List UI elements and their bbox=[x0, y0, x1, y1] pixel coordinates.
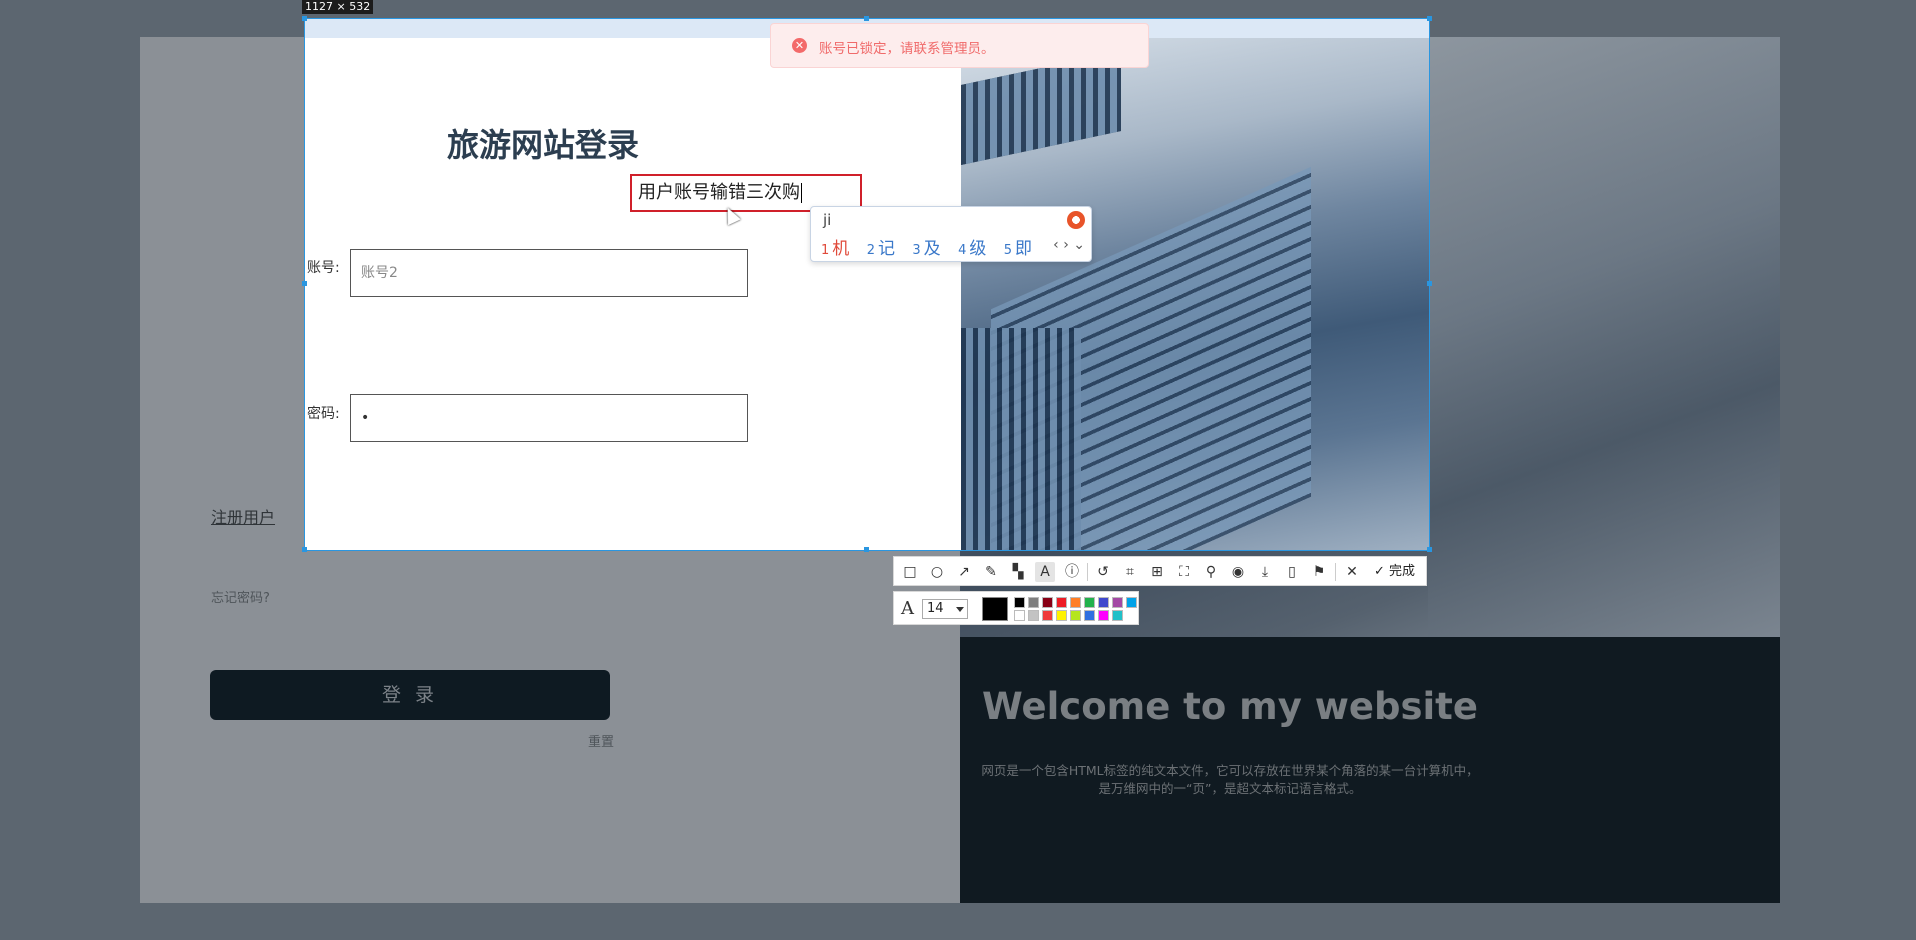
resize-handle[interactable] bbox=[1427, 547, 1432, 552]
cancel-icon[interactable]: ✕ bbox=[1342, 562, 1362, 582]
ime-candidate[interactable]: 1机 bbox=[821, 239, 849, 259]
serial-number-icon[interactable]: ⓘ bbox=[1062, 562, 1082, 582]
check-icon: ✓ bbox=[1374, 564, 1385, 579]
error-toast: ✕ 账号已锁定，请联系管理员。 bbox=[770, 23, 1149, 68]
color-swatch[interactable] bbox=[1028, 597, 1039, 608]
color-swatch[interactable] bbox=[1042, 597, 1053, 608]
long-screenshot-icon[interactable]: ▯ bbox=[1282, 562, 1302, 582]
account-label: 账号: bbox=[307, 260, 340, 276]
welcome-heading: Welcome to my website bbox=[982, 685, 1478, 728]
toolbar-divider bbox=[1087, 563, 1088, 581]
ime-candidate[interactable]: 3及 bbox=[912, 239, 940, 259]
color-swatch[interactable] bbox=[1056, 610, 1067, 621]
color-swatch[interactable] bbox=[1070, 610, 1081, 621]
ellipse-icon[interactable]: ○ bbox=[927, 562, 947, 582]
password-label: 密码: bbox=[307, 406, 340, 422]
reset-button[interactable]: 重置 bbox=[588, 731, 614, 750]
download-icon[interactable]: ⤓ bbox=[1255, 562, 1275, 582]
toolbar-divider bbox=[1335, 563, 1336, 581]
color-swatch[interactable] bbox=[1084, 610, 1095, 621]
resize-handle[interactable] bbox=[1427, 281, 1432, 286]
toast-message: 账号已锁定，请联系管理员。 bbox=[819, 41, 995, 57]
resize-handle[interactable] bbox=[302, 281, 307, 286]
login-title: 旅游网站登录 bbox=[447, 126, 640, 164]
arrow-icon[interactable]: ↗ bbox=[954, 562, 974, 582]
mosaic-icon[interactable]: ▚ bbox=[1008, 562, 1028, 582]
color-swatch[interactable] bbox=[1014, 610, 1025, 621]
color-swatch[interactable] bbox=[1112, 610, 1123, 621]
text-caret bbox=[801, 183, 802, 203]
color-swatch[interactable] bbox=[1056, 597, 1067, 608]
ime-pinyin: ji bbox=[823, 211, 832, 229]
color-swatch[interactable] bbox=[1070, 597, 1081, 608]
welcome-description-line1: 网页是一个包含HTML标签的纯文本文件，它可以存放在世界某个角落的某一台计算机中… bbox=[981, 763, 1479, 778]
color-swatch[interactable] bbox=[1084, 597, 1095, 608]
color-swatch[interactable] bbox=[1126, 597, 1137, 608]
record-icon[interactable]: ◉ bbox=[1228, 562, 1248, 582]
color-swatch[interactable] bbox=[1028, 610, 1039, 621]
ime-candidate[interactable]: 4级 bbox=[958, 239, 986, 259]
forgot-password-link[interactable]: 忘记密码? bbox=[211, 587, 270, 606]
color-swatch[interactable] bbox=[1098, 597, 1109, 608]
resize-handle[interactable] bbox=[1427, 16, 1432, 21]
resize-handle[interactable] bbox=[864, 547, 869, 552]
account-input[interactable]: 账号2 bbox=[350, 249, 748, 297]
undo-icon[interactable]: ↺ bbox=[1093, 562, 1113, 582]
done-button[interactable]: ✓ 完成 bbox=[1374, 562, 1415, 582]
font-icon: A bbox=[901, 598, 914, 619]
pin-icon[interactable]: ⚲ bbox=[1201, 562, 1221, 582]
color-swatch[interactable] bbox=[1042, 610, 1053, 621]
chevron-down-icon bbox=[956, 607, 964, 612]
font-size-select[interactable]: 14 bbox=[922, 599, 968, 619]
annotation-text: 用户账号输错三次购 bbox=[638, 182, 800, 203]
pen-icon[interactable]: ✎ bbox=[981, 562, 1001, 582]
rectangle-icon[interactable]: □ bbox=[900, 562, 920, 582]
ocr-icon[interactable]: ⌗ bbox=[1120, 562, 1140, 582]
welcome-description-line2: 是万维网中的一“页”，是超文本标记语言格式。 bbox=[1098, 781, 1362, 796]
text-options-toolbar: A 14 bbox=[893, 591, 1139, 625]
register-link[interactable]: 注册用户 bbox=[211, 504, 275, 528]
translate-icon[interactable]: ⊞ bbox=[1147, 562, 1167, 582]
building-image bbox=[961, 38, 1429, 550]
login-button[interactable]: 登 录 bbox=[210, 670, 610, 720]
current-color-swatch[interactable] bbox=[982, 597, 1008, 621]
ime-candidate-window[interactable]: ji 1机 2记 3及 4级 5即 ‹ › ⌄ bbox=[810, 206, 1092, 262]
welcome-description: 网页是一个包含HTML标签的纯文本文件，它可以存放在世界某个角落的某一台计算机中… bbox=[820, 762, 1640, 798]
color-swatch[interactable] bbox=[1112, 597, 1123, 608]
ime-candidates: 1机 2记 3及 4级 5即 bbox=[821, 234, 1044, 259]
background-building-image-right bbox=[1428, 37, 1780, 637]
resize-handle[interactable] bbox=[302, 547, 307, 552]
ime-page-nav[interactable]: ‹ › ⌄ bbox=[1053, 237, 1085, 253]
ime-candidate[interactable]: 2记 bbox=[867, 239, 895, 259]
error-icon: ✕ bbox=[792, 38, 807, 53]
color-swatch[interactable] bbox=[1098, 610, 1109, 621]
password-input[interactable]: • bbox=[350, 394, 748, 442]
resize-handle[interactable] bbox=[864, 16, 869, 21]
color-swatch[interactable] bbox=[1014, 597, 1025, 608]
bookmark-icon[interactable]: ⚑ bbox=[1309, 562, 1329, 582]
text-icon[interactable]: A bbox=[1035, 562, 1055, 582]
screenshot-toolbar: □ ○ ↗ ✎ ▚ A ⓘ ↺ ⌗ ⊞ ⛶ ⚲ ◉ ⤓ ▯ ⚑ ✕ ✓ 完成 bbox=[893, 556, 1427, 586]
scan-icon[interactable]: ⛶ bbox=[1174, 562, 1194, 582]
resize-handle[interactable] bbox=[302, 16, 307, 21]
selection-size-badge: 1127 × 532 bbox=[302, 0, 374, 14]
ime-candidate[interactable]: 5即 bbox=[1004, 239, 1032, 259]
ime-logo-icon bbox=[1067, 211, 1085, 229]
